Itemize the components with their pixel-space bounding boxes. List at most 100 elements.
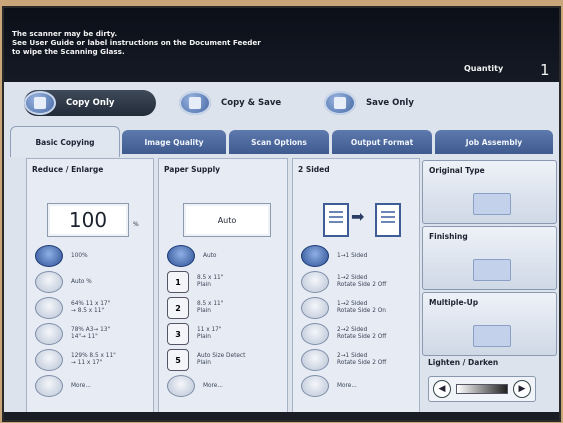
mode-label: Save Only [366, 98, 414, 108]
sided-option-1-2-off[interactable]: 1→2 Sided Rotate Side 2 Off [301, 271, 386, 293]
radio-button [35, 297, 63, 319]
original-type-icon [473, 193, 511, 215]
quantity-label: Quantity [464, 64, 504, 73]
option-label: More... [71, 382, 91, 389]
finishing-icon [473, 259, 511, 281]
option-label: Auto Size Detect Plain [197, 353, 246, 366]
radio-button [35, 323, 63, 345]
tray-2-icon: 2 [167, 297, 189, 319]
paper-option-tray-1[interactable]: 1 8.5 x 11" Plain [167, 271, 223, 293]
radio-button [301, 271, 329, 293]
reduce-option-auto[interactable]: Auto % [35, 271, 92, 293]
finishing-button[interactable]: Finishing [422, 226, 557, 290]
output-page-icon [375, 203, 401, 237]
lighten-button[interactable]: ◀ [433, 380, 451, 398]
lighten-darken-slider: ◀ ▶ [428, 376, 536, 402]
darkness-scale[interactable] [456, 384, 508, 394]
bottom-bezel [4, 412, 559, 420]
tab-job-assembly[interactable]: Job Assembly [435, 130, 553, 154]
option-label: 1→2 Sided Rotate Side 2 Off [337, 275, 387, 288]
tray-1-icon: 1 [167, 271, 189, 293]
tray-3-icon: 3 [167, 323, 189, 345]
radio-button [35, 271, 63, 293]
sided-option-2-1[interactable]: 2→1 Sided Rotate Side 2 Off [301, 349, 386, 371]
option-label: 100% [71, 252, 88, 259]
message-line: See User Guide or label instructions on … [12, 38, 261, 47]
message-line: The scanner may be dirty. [12, 29, 118, 38]
lighten-darken-label: Lighten / Darken [428, 358, 499, 367]
arrow-right-icon: ➡ [351, 207, 365, 226]
panel-title: Paper Supply [164, 165, 221, 174]
paper-option-more[interactable]: More... [167, 375, 223, 397]
message-line: to wipe the Scanning Glass. [12, 47, 125, 56]
percent-unit: % [133, 221, 139, 228]
radio-button [301, 375, 329, 397]
tab-bar: Basic Copying Image Quality Scan Options… [4, 124, 559, 157]
multiple-up-button[interactable]: Multiple-Up [422, 292, 557, 356]
paper-option-tray-3[interactable]: 3 11 x 17" Plain [167, 323, 222, 345]
sided-option-1-1[interactable]: 1→1 Sided [301, 245, 367, 267]
option-label: 2→1 Sided Rotate Side 2 Off [337, 353, 387, 366]
paper-option-tray-2[interactable]: 2 8.5 x 11" Plain [167, 297, 223, 319]
radio-button [167, 245, 195, 267]
darken-button[interactable]: ▶ [513, 380, 531, 398]
sided-option-more[interactable]: More... [301, 375, 357, 397]
panel-title: 2 Sided [298, 165, 330, 174]
button-label: Finishing [429, 232, 468, 241]
panel-title: Reduce / Enlarge [32, 165, 104, 174]
scanner-warning-message: The scanner may be dirty. See User Guide… [12, 29, 312, 56]
save-icon [324, 91, 356, 115]
mode-label: Copy & Save [221, 98, 282, 108]
original-type-button[interactable]: Original Type [422, 160, 557, 224]
copy-save-icon [179, 91, 211, 115]
tab-image-quality[interactable]: Image Quality [122, 130, 226, 154]
copy-only-button[interactable]: Copy Only [24, 90, 156, 116]
paper-supply-panel: Paper Supply Auto Auto 1 8.5 x 11" Plain … [158, 158, 288, 418]
paper-supply-value[interactable]: Auto [183, 203, 271, 237]
option-label: 11 x 17" Plain [197, 327, 222, 340]
option-label: More... [203, 382, 223, 389]
reduce-option-78[interactable]: 78% A3→ 13" 14"→ 11" [35, 323, 110, 345]
save-only-button[interactable]: Save Only [324, 90, 444, 116]
option-label: 1→1 Sided [337, 252, 368, 259]
radio-button [301, 323, 329, 345]
reduce-option-100[interactable]: 100% [35, 245, 88, 267]
reduce-option-64[interactable]: 64% 11 x 17" → 8.5 x 11" [35, 297, 110, 319]
radio-button [301, 245, 329, 267]
two-sided-panel: 2 Sided ➡ 1→1 Sided 1→2 Sided Rotate Sid… [292, 158, 420, 418]
sided-option-1-2-on[interactable]: 1→2 Sided Rotate Side 2 On [301, 297, 386, 319]
option-label: 2→2 Sided Rotate Side 2 Off [337, 327, 387, 340]
tray-5-icon: 5 [167, 349, 189, 371]
paper-option-tray-5[interactable]: 5 Auto Size Detect Plain [167, 349, 245, 371]
sided-option-2-2[interactable]: 2→2 Sided Rotate Side 2 Off [301, 323, 386, 345]
option-label: 129% 8.5 x 11" → 11 x 17" [71, 353, 116, 366]
option-label: 8.5 x 11" Plain [197, 301, 224, 314]
reduce-option-more[interactable]: More... [35, 375, 91, 397]
option-label: 64% 11 x 17" → 8.5 x 11" [71, 301, 111, 314]
radio-button [35, 375, 63, 397]
touch-screen: The scanner may be dirty. See User Guide… [4, 8, 559, 420]
reduce-enlarge-value[interactable]: 100 [47, 203, 129, 237]
button-label: Multiple-Up [429, 298, 479, 307]
radio-button [35, 245, 63, 267]
option-label: 8.5 x 11" Plain [197, 275, 224, 288]
source-page-icon [323, 203, 349, 237]
radio-button [301, 349, 329, 371]
lighten-darken-control: Lighten / Darken ◀ ▶ [422, 354, 555, 410]
reduce-option-129[interactable]: 129% 8.5 x 11" → 11 x 17" [35, 349, 116, 371]
paper-option-auto[interactable]: Auto [167, 245, 216, 267]
tab-basic-copying[interactable]: Basic Copying [10, 126, 120, 157]
radio-button [167, 375, 195, 397]
option-label: Auto % [71, 278, 92, 285]
tab-scan-options[interactable]: Scan Options [229, 130, 329, 154]
reduce-enlarge-panel: Reduce / Enlarge 100 % 100% Auto % 64% 1… [26, 158, 154, 418]
mode-label: Copy Only [66, 98, 115, 108]
multiple-up-icon [473, 325, 511, 347]
radio-button [301, 297, 329, 319]
tab-output-format[interactable]: Output Format [332, 130, 432, 154]
option-label: 78% A3→ 13" 14"→ 11" [71, 327, 111, 340]
quantity-value[interactable]: 1 [540, 61, 550, 79]
option-label: 1→2 Sided Rotate Side 2 On [337, 301, 386, 314]
copy-and-save-button[interactable]: Copy & Save [179, 90, 299, 116]
status-bar: The scanner may be dirty. See User Guide… [4, 8, 559, 82]
